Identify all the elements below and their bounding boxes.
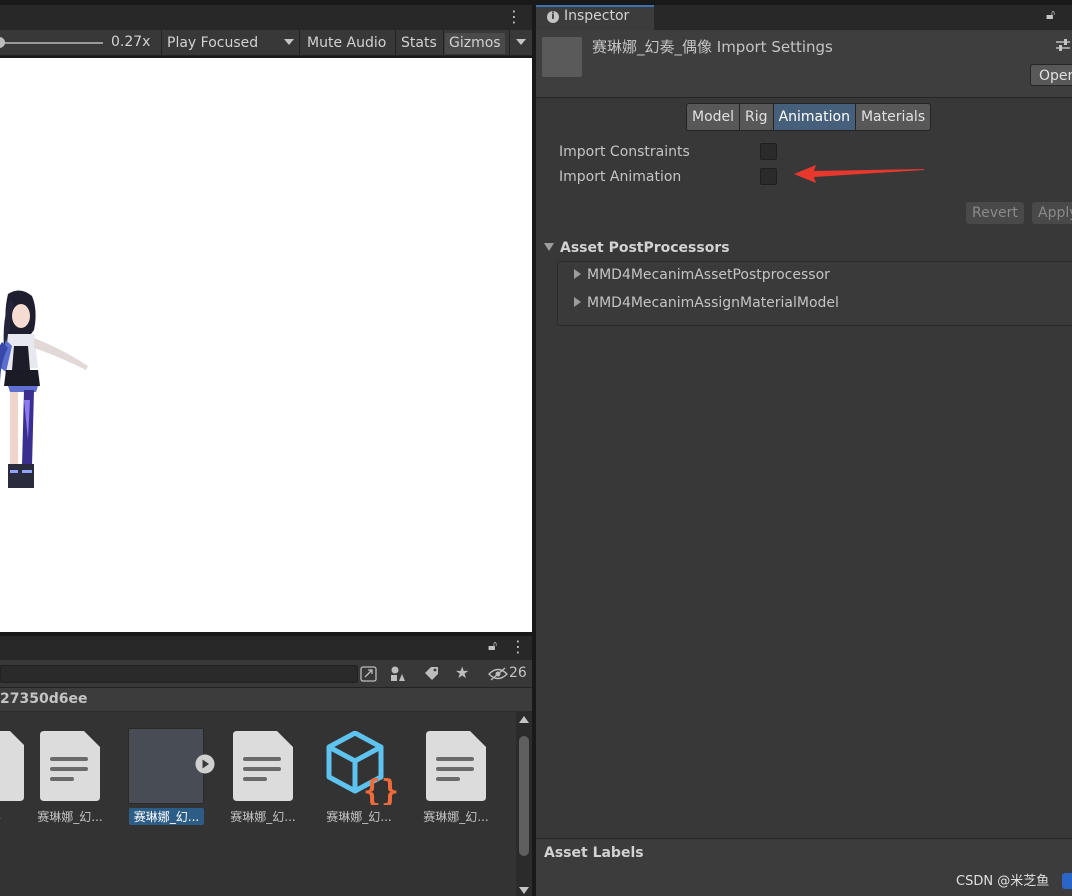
tab-materials[interactable]: Materials	[855, 104, 931, 130]
hidden-packages-count: 26	[509, 665, 527, 681]
foldout-collapsed-icon	[574, 269, 581, 279]
game-view-toolbar: 0.27x Play Focused Mute Audio Stats Gizm…	[0, 30, 532, 56]
toolbar-divider	[443, 30, 444, 56]
model-prefab-icon	[128, 728, 204, 804]
asset-thumbnail	[542, 37, 582, 77]
game-view-canvas[interactable]	[0, 58, 532, 632]
lock-icon[interactable]: 🔓︎	[488, 638, 497, 654]
stats-button[interactable]: Stats	[397, 33, 441, 54]
favorites-star-icon[interactable]: ★	[455, 663, 469, 682]
mute-audio-button[interactable]: Mute Audio	[303, 33, 390, 54]
svg-text:{}: {}	[363, 774, 399, 805]
postprocessor-name: MMD4MecanimAssignMaterialModel	[587, 295, 839, 311]
breadcrumb-folder[interactable]: 27350d6ee	[0, 691, 87, 707]
document-icon	[40, 731, 100, 801]
import-animation-label: Import Animation	[559, 169, 682, 185]
scale-slider-handle[interactable]	[0, 37, 5, 48]
asset-label: 赛琳娜_幻...	[129, 808, 204, 825]
import-animation-checkbox[interactable]	[760, 168, 777, 185]
inspector-tabbar: i Inspector 🔓︎	[536, 0, 1072, 30]
toolbar-divider	[509, 30, 510, 56]
inspector-header: 赛琳娜_幻奏_偶像 Import Settings Open	[536, 30, 1072, 98]
annotation-arrow-icon	[794, 165, 924, 183]
asset-labels-section: Asset Labels CSDN @米芝鱼	[536, 838, 1072, 896]
asset-tile[interactable]: 赛琳娜_幻...	[223, 727, 303, 827]
scale-slider-track[interactable]	[0, 42, 103, 44]
search-by-type-icon[interactable]	[360, 666, 378, 682]
document-icon	[0, 731, 24, 801]
import-settings-tabs: Model Rig Animation Materials	[686, 103, 932, 131]
breadcrumb: 27350d6ee	[0, 688, 532, 712]
asset-tile[interactable]: {} 赛琳娜_幻...	[319, 727, 399, 827]
filter-by-label-icon[interactable]	[423, 666, 441, 682]
scroll-up-icon[interactable]	[519, 716, 529, 723]
asset-labels-title: Asset Labels	[544, 845, 644, 861]
project-toolbar: ★ 26	[0, 660, 532, 688]
scrollbar-thumb[interactable]	[519, 736, 529, 856]
settings-sliders-icon[interactable]	[1056, 39, 1070, 51]
postprocessors-foldout[interactable]: Asset PostProcessors	[544, 240, 730, 256]
info-icon: i	[547, 11, 559, 23]
scale-value: 0.27x	[111, 34, 151, 50]
tab-label: Inspector	[564, 8, 630, 24]
asset-tile[interactable]: 赛琳娜_幻...	[416, 727, 496, 827]
asset-label: 赛琳娜_幻...	[423, 810, 489, 824]
postprocessors-title: Asset PostProcessors	[560, 240, 730, 256]
game-view-tabbar: ⋮	[0, 0, 532, 30]
expand-play-icon[interactable]	[195, 754, 215, 774]
tab-model[interactable]: Model	[687, 104, 741, 130]
filter-by-type-icon[interactable]	[389, 665, 407, 683]
project-menu-icon[interactable]: ⋮	[510, 637, 526, 656]
postprocessors-list: MMD4MecanimAssetPostprocessor MMD4Mecani…	[557, 261, 1072, 326]
asset-tile-selected[interactable]: 赛琳娜_幻...	[126, 727, 215, 827]
tab-inspector[interactable]: i Inspector	[536, 5, 654, 30]
toolbar-divider	[299, 30, 300, 56]
asset-label: ...	[0, 808, 10, 822]
document-icon	[426, 731, 486, 801]
watermark: CSDN @米芝鱼	[956, 874, 1050, 889]
toolbar-divider	[395, 30, 396, 56]
tab-rig[interactable]: Rig	[740, 104, 774, 130]
character-model	[0, 290, 88, 488]
scroll-down-icon[interactable]	[519, 887, 529, 894]
play-mode-dropdown[interactable]: Play Focused	[163, 33, 262, 54]
gizmos-chevron-down-icon[interactable]	[516, 39, 526, 45]
list-item[interactable]: MMD4MecanimAssetPostprocessor	[574, 267, 830, 283]
asset-tile[interactable]: 赛琳娜_幻...	[30, 727, 110, 827]
shield-icon	[1062, 873, 1072, 889]
open-button[interactable]: Open	[1030, 64, 1072, 86]
import-constraints-checkbox[interactable]	[760, 143, 777, 160]
project-scrollbar[interactable]	[516, 712, 532, 896]
revert-button[interactable]: Revert	[966, 202, 1024, 224]
toolbar-divider	[161, 30, 162, 56]
import-constraints-label: Import Constraints	[559, 144, 690, 160]
page-title: 赛琳娜_幻奏_偶像 Import Settings	[592, 38, 833, 56]
play-mode-chevron-down-icon[interactable]	[284, 39, 294, 45]
apply-button[interactable]: Apply	[1032, 202, 1072, 224]
hidden-packages-eye-icon[interactable]	[488, 667, 508, 681]
project-tabbar: 🔓︎ ⋮	[0, 636, 532, 660]
foldout-expanded-icon	[544, 243, 554, 251]
inspector-lock-icon[interactable]: 🔓︎	[1046, 7, 1055, 23]
list-item[interactable]: MMD4MecanimAssignMaterialModel	[574, 295, 839, 311]
foldout-collapsed-icon	[574, 297, 581, 307]
tab-animation[interactable]: Animation	[773, 104, 856, 130]
inspector-body: Model Rig Animation Materials Import Con…	[536, 98, 1072, 838]
gizmos-button[interactable]: Gizmos	[445, 33, 505, 54]
postprocessor-name: MMD4MecanimAssetPostprocessor	[587, 267, 830, 283]
game-view-menu-icon[interactable]: ⋮	[506, 7, 522, 26]
project-search-input[interactable]	[0, 665, 358, 683]
json-cube-icon: {}	[326, 731, 399, 805]
asset-label: 赛琳娜_幻...	[230, 810, 296, 824]
asset-label: 赛琳娜_幻...	[326, 810, 392, 824]
document-icon	[233, 731, 293, 801]
asset-label: 赛琳娜_幻...	[37, 810, 103, 824]
